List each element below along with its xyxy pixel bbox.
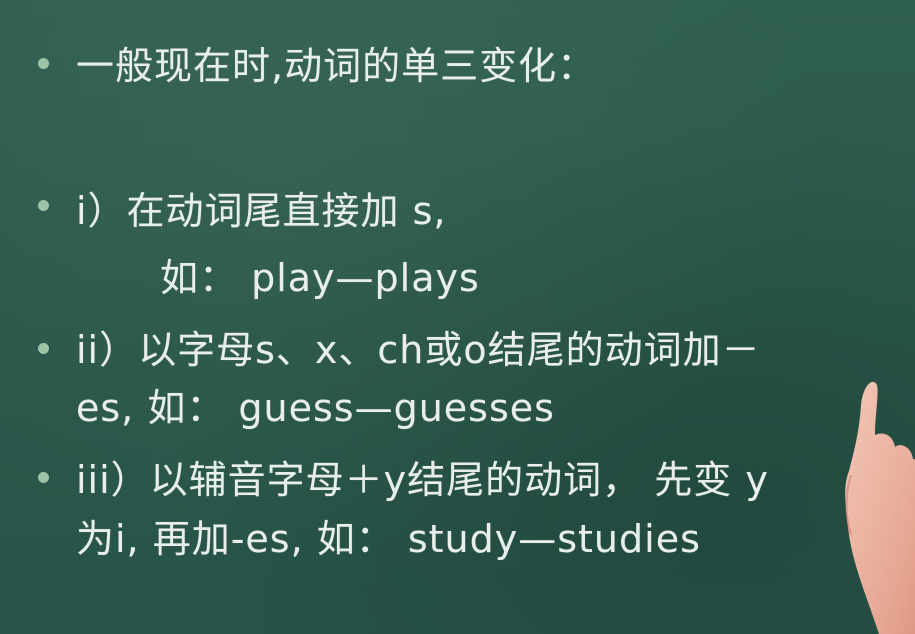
bullet-heading xyxy=(38,58,49,69)
rule-1-title: i）在动词尾直接加 s, xyxy=(76,189,447,233)
bullet-rule-2 xyxy=(38,343,49,354)
bullet-rule-3 xyxy=(38,472,49,483)
rule-2-line-1: ii）以字母s、x、ch或o结尾的动词加－ xyxy=(76,328,761,372)
teacher-hand-image xyxy=(845,381,915,634)
rule-1-example: 如： play—plays xyxy=(160,256,480,300)
rule-2-line-2: es, 如： guess—guesses xyxy=(76,386,555,430)
rule-3-line-2: 为i, 再加-es, 如： study—studies xyxy=(76,517,701,561)
rule-3-line-1: iii）以辅音字母＋y结尾的动词， 先变 y xyxy=(76,458,769,502)
slide-heading: 一般现在时,动词的单三变化： xyxy=(76,44,597,88)
chalkboard-slide: 一般现在时,动词的单三变化： i）在动词尾直接加 s, 如： play—play… xyxy=(0,0,915,634)
bullet-rule-1 xyxy=(38,200,49,211)
